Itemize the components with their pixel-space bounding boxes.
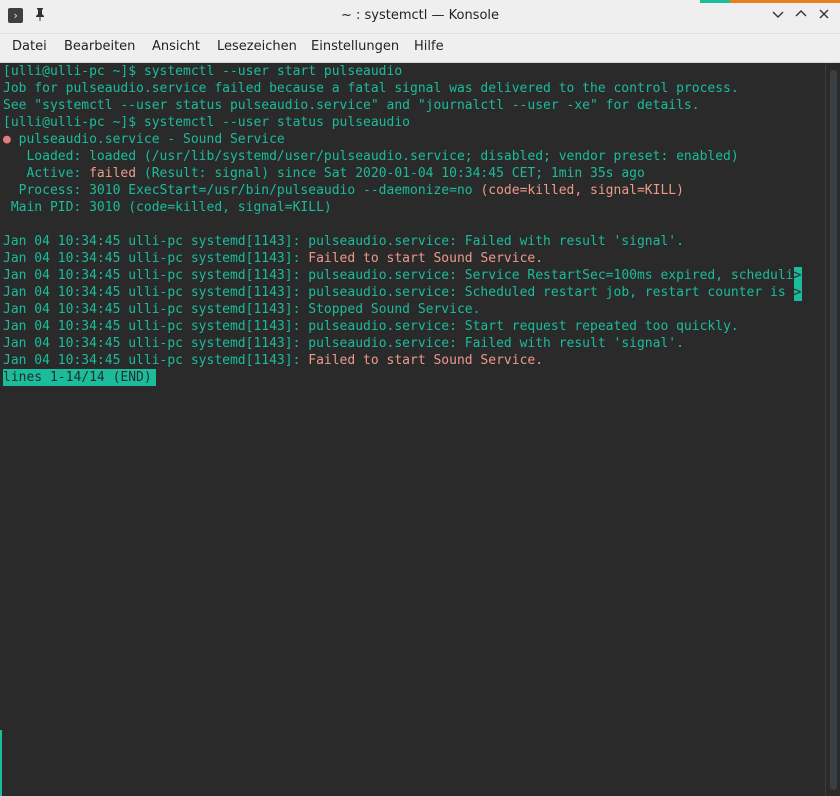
window-edge-accent [0, 730, 2, 796]
title-bar[interactable]: › ~ : systemctl — Konsole [0, 0, 840, 34]
active-detail: (Result: signal) since Sat 2020-01-04 10… [136, 166, 645, 181]
maximize-button[interactable] [792, 7, 810, 25]
terminal-output[interactable]: [ulli@ulli-pc ~]$ systemctl --user start… [0, 63, 826, 796]
line-truncated-marker: > [793, 284, 802, 301]
log-prefix: Jan 04 10:34:45 ulli-pc systemd[1143]: [3, 268, 309, 283]
error-hint-line: See "systemctl --user status pulseaudio.… [3, 98, 700, 113]
service-header-line: ● pulseaudio.service - Sound Service [3, 131, 285, 148]
prompt-line: [ulli@ulli-pc ~]$ systemctl --user start… [3, 64, 403, 79]
log-message: pulseaudio.service: Failed with result '… [308, 234, 684, 249]
pager-status-line: lines 1-14/14 (END) [3, 369, 156, 386]
prompt-line: [ulli@ulli-pc ~]$ systemctl --user statu… [3, 115, 410, 130]
active-line: Active: failed (Result: signal) since Sa… [3, 165, 645, 182]
log-prefix: Jan 04 10:34:45 ulli-pc systemd[1143]: [3, 251, 309, 266]
close-icon [819, 9, 829, 19]
window-title: ~ : systemctl — Konsole [340, 8, 500, 23]
log-prefix: Jan 04 10:34:45 ulli-pc systemd[1143]: [3, 353, 309, 368]
log-prefix: Jan 04 10:34:45 ulli-pc systemd[1143]: [3, 319, 309, 334]
active-label: Active: [3, 166, 90, 181]
pager-status: lines 1-14/14 (END) [3, 369, 156, 386]
chevron-down-icon [772, 11, 784, 18]
log-line: Jan 04 10:34:45 ulli-pc systemd[1143]: F… [3, 250, 543, 267]
log-line: Jan 04 10:34:45 ulli-pc systemd[1143]: p… [3, 267, 802, 284]
line-truncated-marker: > [793, 267, 802, 284]
close-button[interactable] [815, 7, 833, 25]
log-prefix: Jan 04 10:34:45 ulli-pc systemd[1143]: [3, 336, 309, 351]
log-message: Failed to start Sound Service. [308, 353, 544, 368]
log-line: Jan 04 10:34:45 ulli-pc systemd[1143]: p… [3, 318, 739, 335]
log-line: Jan 04 10:34:45 ulli-pc systemd[1143]: p… [3, 335, 684, 352]
loaded-line: Loaded: loaded (/usr/lib/systemd/user/pu… [3, 149, 739, 164]
menu-einstellungen[interactable]: Einstellungen [311, 39, 399, 54]
log-prefix: Jan 04 10:34:45 ulli-pc systemd[1143]: [3, 302, 309, 317]
service-name: pulseaudio.service - Sound Service [10, 132, 285, 147]
log-line: Jan 04 10:34:45 ulli-pc systemd[1143]: S… [3, 301, 480, 318]
log-message: pulseaudio.service: Service RestartSec=1… [308, 268, 794, 283]
process-main: Process: 3010 ExecStart=/usr/bin/pulseau… [3, 183, 481, 198]
scrollbar[interactable] [825, 63, 840, 796]
accent-strip-orange [730, 0, 840, 3]
log-prefix: Jan 04 10:34:45 ulli-pc systemd[1143]: [3, 285, 309, 300]
log-line: Jan 04 10:34:45 ulli-pc systemd[1143]: p… [3, 284, 802, 301]
log-message: pulseaudio.service: Scheduled restart jo… [308, 285, 794, 300]
log-message: Stopped Sound Service. [308, 302, 481, 317]
accent-strip-teal [700, 0, 730, 3]
log-message: pulseaudio.service: Failed with result '… [308, 336, 684, 351]
menu-datei[interactable]: Datei [12, 39, 47, 54]
minimize-button[interactable] [769, 7, 787, 25]
log-message: pulseaudio.service: Start request repeat… [308, 319, 739, 334]
menu-bearbeiten[interactable]: Bearbeiten [64, 39, 135, 54]
menu-hilfe[interactable]: Hilfe [414, 39, 444, 54]
menu-lesezeichen[interactable]: Lesezeichen [217, 39, 297, 54]
menu-ansicht[interactable]: Ansicht [152, 39, 200, 54]
process-result: (code=killed, signal=KILL) [480, 183, 684, 198]
menu-bar: Datei Bearbeiten Ansicht Lesezeichen Ein… [0, 34, 840, 63]
status-bullet-icon: ● [3, 132, 11, 147]
log-prefix: Jan 04 10:34:45 ulli-pc systemd[1143]: [3, 234, 309, 249]
error-line: Job for pulseaudio.service failed becaus… [3, 81, 739, 96]
log-message: Failed to start Sound Service. [308, 251, 544, 266]
scrollbar-handle[interactable] [830, 70, 837, 790]
log-line: Jan 04 10:34:45 ulli-pc systemd[1143]: p… [3, 233, 684, 250]
process-line: Process: 3010 ExecStart=/usr/bin/pulseau… [3, 182, 684, 199]
active-state: failed [89, 166, 137, 181]
log-line: Jan 04 10:34:45 ulli-pc systemd[1143]: F… [3, 352, 543, 369]
konsole-window: › ~ : systemctl — Konsole Datei Bearbeit… [0, 0, 840, 796]
mainpid-line: Main PID: 3010 (code=killed, signal=KILL… [3, 200, 332, 215]
chevron-up-icon [795, 10, 807, 17]
